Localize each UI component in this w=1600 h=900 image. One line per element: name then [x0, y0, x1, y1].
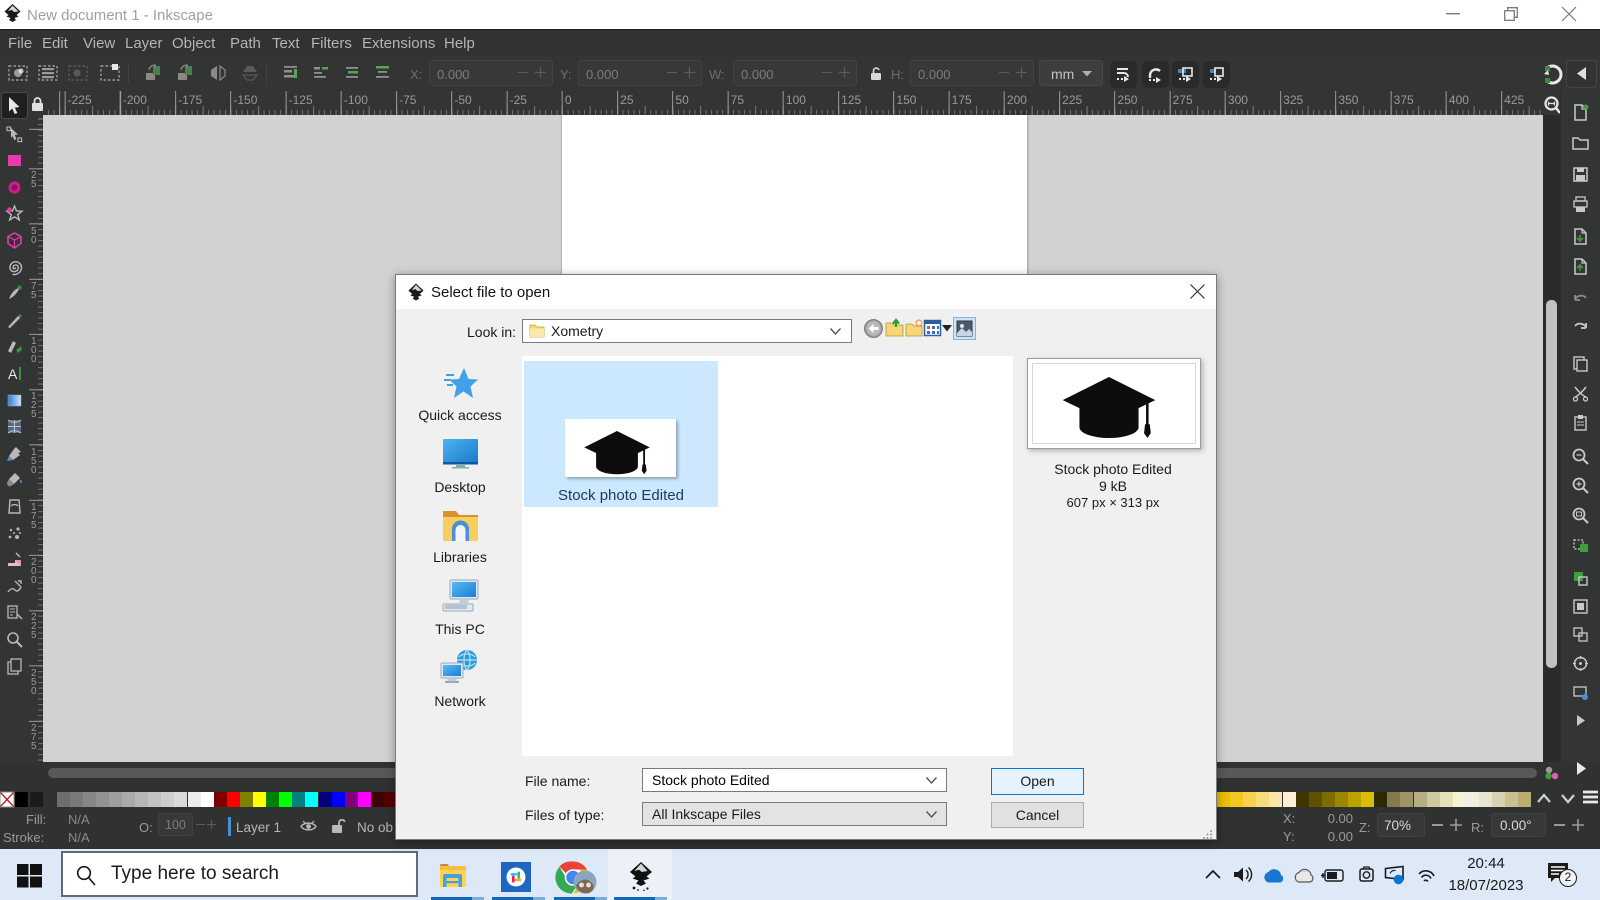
svg-text:A: A — [8, 366, 18, 382]
